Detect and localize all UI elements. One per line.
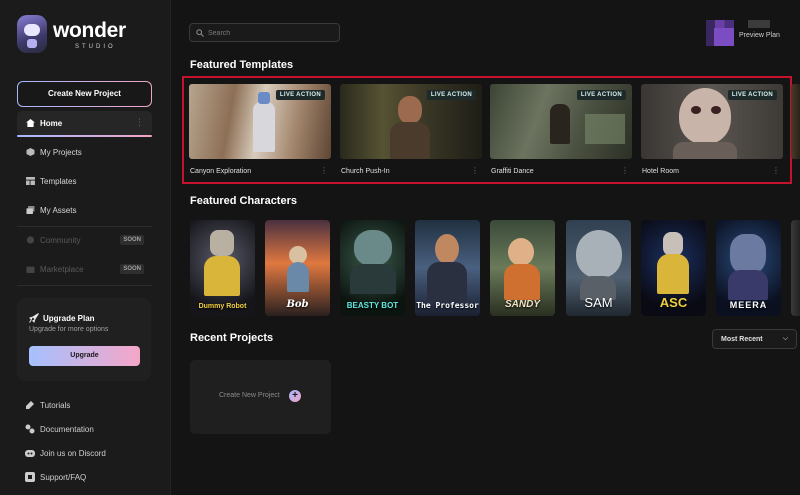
character-card[interactable]: BEASTY BOT: [340, 220, 405, 316]
live-action-badge: LIVE ACTION: [426, 90, 476, 100]
username-redacted: [748, 20, 770, 28]
sidebar-item-community: Community SOON: [17, 228, 152, 252]
sidebar-item-home[interactable]: Home ⋮: [17, 111, 152, 137]
sidebar-divider: [17, 226, 152, 227]
character-card-partial[interactable]: [791, 220, 800, 316]
more-icon[interactable]: ⋮: [471, 166, 479, 175]
create-new-project-card-label: Create New Project: [219, 392, 280, 399]
featured-characters-title: Featured Characters: [190, 195, 297, 207]
create-new-project-card[interactable]: Create New Project +: [190, 360, 331, 434]
character-card[interactable]: Bob: [265, 220, 330, 316]
character-name: BEASTY BOT: [346, 301, 399, 310]
character-name: SANDY: [504, 299, 540, 310]
character-card[interactable]: ASC: [641, 220, 706, 316]
create-new-project-button[interactable]: Create New Project: [17, 81, 152, 107]
character-card[interactable]: SAM: [566, 220, 631, 316]
live-action-badge: LIVE ACTION: [576, 90, 626, 100]
sidebar-item-label: Marketplace: [40, 265, 84, 274]
sidebar-item-my-projects[interactable]: My Projects: [17, 140, 152, 164]
upgrade-button[interactable]: Upgrade: [29, 346, 140, 366]
chevron-down-icon: ⌵: [782, 335, 788, 342]
more-icon[interactable]: ⋮: [772, 166, 780, 175]
sort-dropdown[interactable]: Most Recent ⌵: [712, 329, 797, 349]
sidebar-item-label: Home: [40, 119, 63, 128]
sidebar-item-label: My Projects: [40, 148, 82, 157]
search-icon: [196, 29, 204, 37]
template-name: Graffiti Dance: [491, 168, 534, 175]
live-action-badge: LIVE ACTION: [727, 90, 777, 100]
upgrade-plan-title: Upgrade Plan: [43, 314, 95, 323]
marketplace-icon: [26, 266, 35, 273]
template-name: Hotel Room: [642, 168, 679, 175]
soon-badge: SOON: [120, 235, 144, 245]
more-icon[interactable]: ⋮: [320, 166, 328, 175]
character-name: Dummy Robot: [198, 303, 247, 310]
upgrade-plan-card: Upgrade Plan Upgrade for more options Up…: [17, 298, 151, 381]
sort-value: Most Recent: [721, 336, 763, 343]
live-action-badge: LIVE ACTION: [275, 90, 325, 100]
sidebar-divider: [17, 285, 152, 286]
search-bar[interactable]: [189, 23, 340, 42]
sidebar-item-my-assets[interactable]: My Assets: [17, 198, 152, 222]
recent-projects-title: Recent Projects: [190, 332, 274, 344]
tutorials-label: Tutorials: [40, 401, 71, 410]
character-card[interactable]: Dummy Robot: [190, 220, 255, 316]
character-card[interactable]: MEERA: [716, 220, 781, 316]
rocket-icon: [29, 313, 39, 323]
search-input[interactable]: [208, 27, 333, 39]
community-icon: [26, 236, 35, 244]
upgrade-plan-subtitle: Upgrade for more options: [29, 326, 109, 333]
home-icon: [26, 119, 35, 127]
template-card[interactable]: LIVE ACTION Canyon Exploration ⋮: [189, 84, 331, 180]
sidebar: wonder STUDIO Create New Project Home ⋮ …: [0, 0, 171, 495]
soon-badge: SOON: [120, 264, 144, 274]
sidebar-item-label: My Assets: [40, 206, 77, 215]
sidebar-item-label: Community: [40, 236, 81, 245]
character-card[interactable]: SANDY: [490, 220, 555, 316]
tutorials-icon: [26, 401, 34, 409]
template-card[interactable]: LIVE ACTION Graffiti Dance ⋮: [490, 84, 632, 180]
templates-icon: [26, 177, 35, 185]
user-menu[interactable]: Preview Plan: [706, 20, 796, 46]
character-name: SAM: [584, 295, 613, 310]
support-faq-label: Support/FAQ: [40, 473, 87, 482]
character-name: MEERA: [729, 300, 768, 310]
template-name: Canyon Exploration: [190, 168, 252, 175]
discord-icon: [25, 450, 35, 457]
template-name: Church Push-In: [341, 168, 390, 175]
assets-icon: [26, 206, 35, 214]
brand-sub: STUDIO: [75, 44, 116, 50]
brand-logo[interactable]: wonder STUDIO: [17, 15, 147, 55]
plus-icon: +: [289, 390, 301, 402]
sidebar-item-templates[interactable]: Templates: [17, 169, 152, 193]
more-icon[interactable]: ⋮: [621, 166, 629, 175]
character-name: ASC: [659, 295, 688, 310]
more-icon[interactable]: ⋮: [135, 117, 144, 128]
template-card[interactable]: LIVE ACTION Hotel Room ⋮: [641, 84, 783, 180]
support-icon: [25, 472, 35, 482]
brand-name: wonder: [53, 19, 126, 42]
character-card[interactable]: The Professor: [415, 220, 480, 316]
plan-label: Preview Plan: [739, 32, 780, 39]
character-name: Bob: [286, 299, 309, 310]
documentation-label: Documentation: [40, 425, 94, 434]
template-card-partial[interactable]: [791, 84, 800, 159]
sidebar-item-label: Templates: [40, 177, 77, 186]
documentation-icon: [25, 424, 35, 434]
featured-templates-title: Featured Templates: [190, 59, 294, 71]
robot-logo-icon: [17, 15, 47, 53]
sidebar-item-marketplace: Marketplace SOON: [17, 257, 152, 281]
character-name: The Professor: [416, 301, 479, 310]
cube-icon: [26, 148, 35, 156]
discord-label: Join us on Discord: [40, 449, 106, 458]
avatar[interactable]: [706, 20, 734, 46]
create-new-project-label: Create New Project: [18, 82, 151, 106]
template-card[interactable]: LIVE ACTION Church Push-In ⋮: [340, 84, 482, 180]
